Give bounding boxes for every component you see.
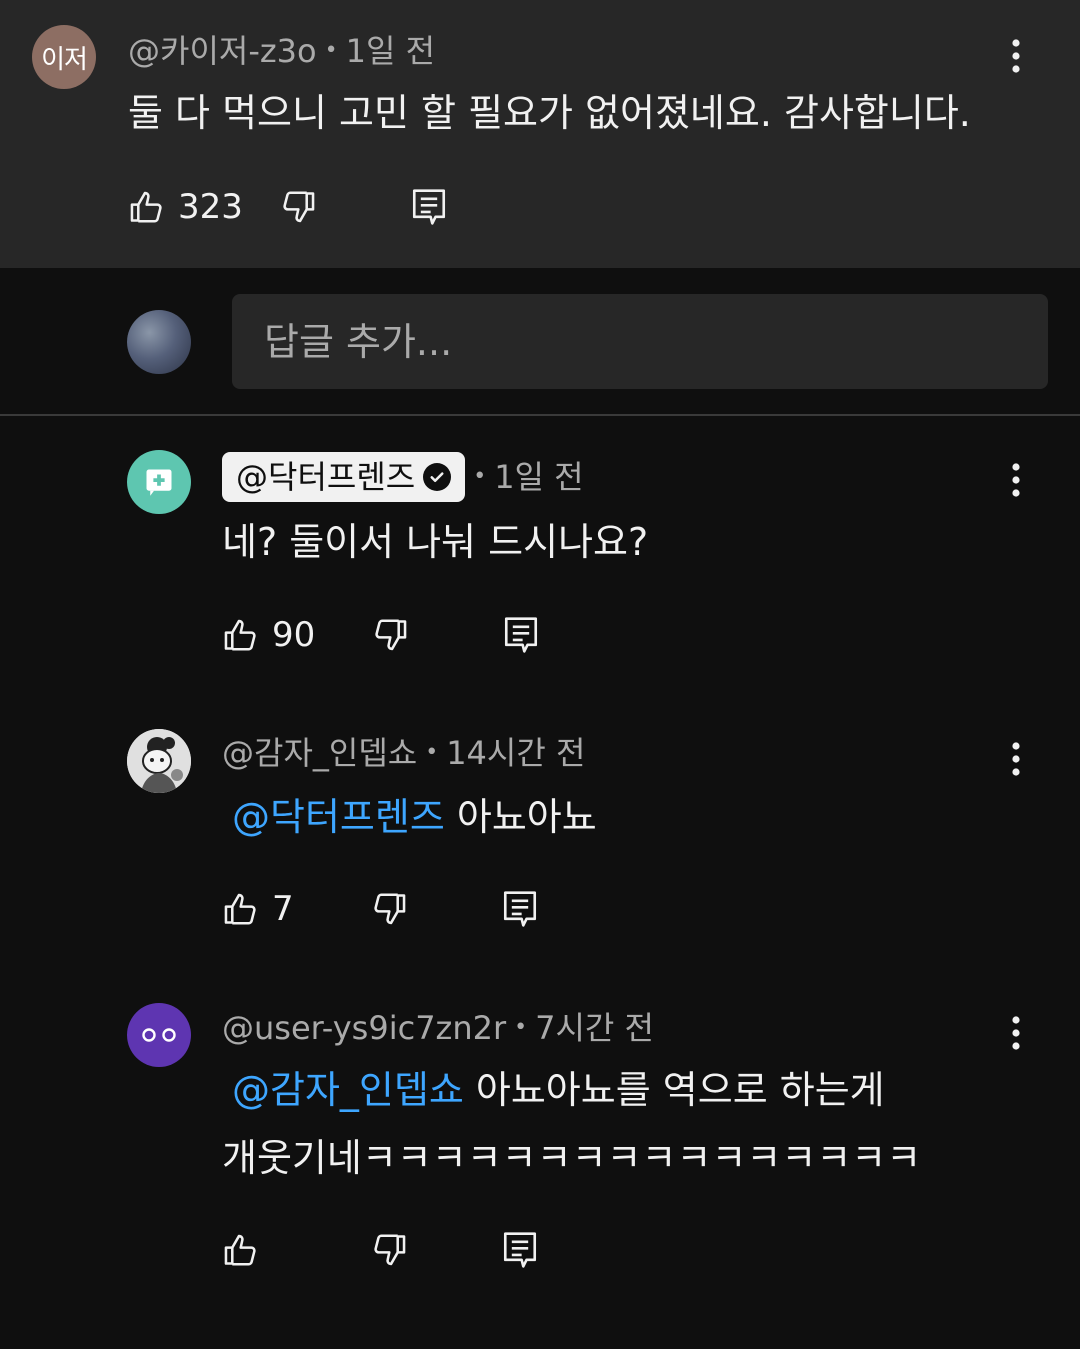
medical-chat-icon [146, 469, 172, 496]
reply-icon [505, 617, 538, 653]
comment-text-body: 아뇨아뇨 [444, 795, 597, 839]
dislike-button[interactable] [370, 885, 408, 933]
thumb-down-icon [375, 619, 407, 651]
comment-text: @감자_인뎁쇼 아뇨아뇨를 역으로 하는게 [232, 1066, 885, 1114]
thumb-down-icon [373, 893, 405, 925]
current-user-avatar [127, 310, 191, 374]
avatar[interactable]: 이저 [32, 25, 96, 89]
comment-text: 둘 다 먹으니 고민 할 필요가 없어졌네요. 감사합니다. [128, 91, 971, 135]
comment-meta: @카이저-z3o • 1일 전 [128, 31, 435, 71]
eyes-icon [142, 1028, 176, 1042]
comment-actions [222, 1226, 538, 1274]
reply-icon [412, 189, 445, 225]
thumb-up-icon [224, 1234, 256, 1266]
comment-time[interactable]: 7시간 전 [535, 1008, 654, 1048]
more-vert-icon [1012, 39, 1020, 73]
more-vert-icon [1012, 742, 1020, 776]
mention-link[interactable]: @감자_인뎁쇼 [232, 1068, 464, 1112]
more-options-button[interactable] [996, 456, 1036, 504]
comment-meta: @user-ys9ic7zn2r • 7시간 전 [222, 1008, 654, 1048]
channel-avatar[interactable] [127, 450, 191, 514]
more-options-button[interactable] [996, 32, 1036, 80]
reply-input[interactable] [232, 294, 1048, 389]
meta-separator: • [473, 464, 487, 489]
reply-icon [503, 1232, 537, 1268]
more-vert-icon [1012, 1016, 1020, 1050]
comment-text-line2: 개웃기네ㅋㅋㅋㅋㅋㅋㅋㅋㅋㅋㅋㅋㅋㅋㅋㅋ [222, 1136, 922, 1180]
avatar[interactable] [127, 1003, 191, 1067]
reply-button[interactable] [503, 611, 539, 659]
reply-button[interactable] [411, 183, 447, 231]
like-button[interactable]: 90 [222, 611, 315, 659]
like-count: 90 [272, 615, 316, 655]
comment-actions: 90 [222, 611, 539, 659]
comment-time[interactable]: 1일 전 [346, 31, 435, 71]
reply-button[interactable] [502, 1226, 538, 1274]
meta-separator: • [514, 1015, 528, 1040]
avatar-initials: 이저 [41, 44, 88, 75]
more-options-button[interactable] [996, 1009, 1036, 1057]
thumb-up-icon [130, 191, 162, 223]
creator-handle-chip[interactable]: @닥터프렌즈 [222, 452, 466, 502]
comment-actions: 7 [222, 885, 538, 933]
dislike-button[interactable] [371, 611, 409, 659]
comment-meta: @닥터프렌즈 • 1일 전 [222, 452, 584, 502]
meta-separator: • [425, 740, 439, 765]
author-handle[interactable]: @감자_인뎁쇼 [222, 733, 417, 773]
comment-text: @닥터프렌즈 아뇨아뇨 [232, 793, 597, 841]
mention-link[interactable]: @닥터프렌즈 [232, 795, 445, 839]
comment-meta: @감자_인뎁쇼 • 14시간 전 [222, 733, 585, 773]
thumb-down-icon [374, 1234, 406, 1266]
more-vert-icon [1012, 463, 1020, 497]
thumb-up-icon [224, 619, 256, 651]
thumb-down-icon [283, 191, 315, 223]
highlighted-comment: 이저 @카이저-z3o • 1일 전 둘 다 먹으니 고민 할 필요가 없어졌네… [0, 0, 1080, 268]
comment-actions: 323 [128, 183, 447, 231]
like-button[interactable] [222, 1226, 260, 1274]
reply-icon [503, 891, 536, 927]
more-options-button[interactable] [996, 735, 1036, 783]
dislike-button[interactable] [279, 183, 317, 231]
comment-text-body: 아뇨아뇨를 역으로 하는게 [463, 1068, 885, 1112]
reply-button[interactable] [502, 885, 538, 933]
avatar[interactable] [127, 729, 191, 793]
cartoon-avatar-icon [127, 729, 191, 793]
author-handle: @닥터프렌즈 [236, 458, 416, 496]
like-button[interactable]: 7 [222, 885, 294, 933]
like-count: 7 [272, 889, 294, 929]
comment-time[interactable]: 1일 전 [494, 457, 583, 497]
author-handle[interactable]: @user-ys9ic7zn2r [222, 1008, 506, 1048]
thumb-up-icon [224, 893, 256, 925]
comment-time[interactable]: 14시간 전 [446, 733, 585, 773]
verified-check-icon [423, 463, 452, 491]
like-count: 323 [178, 187, 243, 227]
comment-text: 네? 둘이서 나눠 드시나요? [222, 520, 649, 564]
author-handle[interactable]: @카이저-z3o [128, 31, 317, 71]
like-button[interactable]: 323 [128, 183, 243, 231]
dislike-button[interactable] [370, 1226, 408, 1274]
add-reply-row [0, 268, 1080, 416]
meta-separator: • [324, 38, 338, 63]
